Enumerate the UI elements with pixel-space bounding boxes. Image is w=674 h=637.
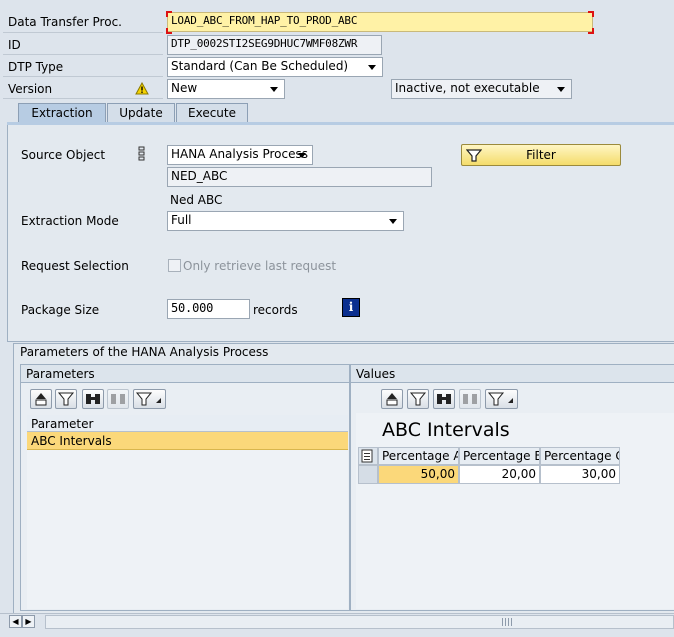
version-select[interactable]: New	[167, 79, 285, 99]
set-filter-button[interactable]	[133, 389, 166, 409]
tab-extraction[interactable]: Extraction	[18, 103, 106, 124]
request-selection-label: Request Selection	[21, 259, 129, 273]
extraction-mode-select[interactable]: Full	[167, 211, 404, 231]
only-last-request-label: Only retrieve last request	[183, 259, 337, 273]
values-title: ABC Intervals	[382, 419, 510, 441]
version-value: New	[171, 81, 198, 95]
table-settings-icon	[361, 449, 373, 463]
filter-icon	[57, 392, 75, 406]
find-next-button[interactable]	[107, 389, 129, 409]
source-type-select[interactable]: HANA Analysis Process	[167, 145, 313, 165]
params-left-title: Parameters	[26, 367, 95, 381]
required-marker-br	[588, 28, 594, 34]
source-description: Ned ABC	[170, 193, 223, 207]
horizontal-scrollbar[interactable]	[45, 615, 674, 629]
filter-toolbar-button[interactable]	[55, 389, 77, 409]
required-marker-bl	[166, 28, 172, 34]
dtp-name-field[interactable]: LOAD_ABC_FROM_HAP_TO_PROD_ABC	[167, 12, 593, 32]
params-right-title: Values	[356, 367, 396, 381]
binoculars-next-icon	[111, 394, 125, 404]
tab-execute[interactable]: Execute	[176, 103, 248, 123]
set-filter-button-right[interactable]	[485, 389, 518, 409]
id-label: ID	[8, 38, 21, 52]
value-percentage-c[interactable]: 30,00	[540, 465, 620, 484]
tab-strip-line	[7, 122, 674, 125]
package-size-input[interactable]: 50.000	[167, 299, 250, 319]
required-marker-tr	[588, 11, 594, 17]
type-label: DTP Type	[8, 60, 64, 74]
details-button-right[interactable]	[381, 389, 403, 409]
filter-button[interactable]: Filter	[461, 144, 621, 166]
filter-dropdown-icon	[135, 392, 161, 406]
select-all-cell[interactable]	[358, 447, 378, 465]
details-icon	[35, 393, 47, 406]
package-size-label: Package Size	[21, 303, 100, 317]
row-selector[interactable]	[358, 465, 378, 484]
params-section-title: Parameters of the HANA Analysis Process	[20, 345, 269, 359]
find-button[interactable]	[82, 389, 104, 409]
params-right-header	[351, 365, 674, 383]
values-grid	[356, 413, 674, 609]
dtp-type-select[interactable]: Standard (Can Be Scheduled)	[167, 57, 383, 77]
filter-icon	[466, 149, 482, 162]
warning-icon	[135, 82, 149, 95]
binoculars-next-icon	[463, 394, 477, 404]
filter-button-label: Filter	[526, 148, 556, 162]
dtp-label: Data Transfer Proc.	[8, 15, 122, 29]
filter-dropdown-icon	[487, 392, 513, 406]
binoculars-icon	[86, 394, 100, 404]
status-select[interactable]: Inactive, not executable	[391, 79, 572, 99]
value-percentage-b[interactable]: 20,00	[459, 465, 540, 484]
extraction-mode-label: Extraction Mode	[21, 214, 119, 228]
col-header-percentage-b[interactable]: Percentage B	[459, 447, 540, 465]
find-next-button-right[interactable]	[459, 389, 481, 409]
status-value: Inactive, not executable	[395, 81, 540, 95]
extraction-mode-value: Full	[171, 213, 192, 227]
find-button-right[interactable]	[433, 389, 455, 409]
param-col-header[interactable]: Parameter	[31, 417, 93, 431]
info-icon[interactable]: i	[342, 298, 360, 317]
filter-icon	[409, 392, 427, 406]
binoculars-icon	[437, 394, 451, 404]
source-type-value: HANA Analysis Process	[171, 147, 309, 161]
col-header-percentage-c[interactable]: Percentage C	[540, 447, 620, 465]
details-icon	[386, 393, 398, 406]
hierarchy-icon	[138, 146, 145, 161]
filter-toolbar-button-right[interactable]	[407, 389, 429, 409]
scroll-left-button[interactable]: ◀	[9, 615, 22, 628]
dtp-type-value: Standard (Can Be Scheduled)	[171, 59, 349, 73]
source-object-label: Source Object	[21, 148, 106, 162]
col-header-percentage-a[interactable]: Percentage A	[378, 447, 459, 465]
package-size-unit: records	[253, 303, 298, 317]
id-field[interactable]: DTP_0002STI2SEG9DHUC7WMF08ZWR	[167, 35, 382, 55]
version-label: Version	[8, 82, 53, 96]
resize-grip-icon[interactable]	[502, 618, 514, 626]
only-last-request-checkbox[interactable]	[168, 259, 181, 272]
source-name-field[interactable]: NED_ABC	[167, 167, 432, 187]
tab-update[interactable]: Update	[107, 103, 175, 123]
param-row-value: ABC Intervals	[31, 434, 112, 448]
value-percentage-a[interactable]: 50,00	[378, 465, 459, 484]
scroll-right-button[interactable]: ▶	[22, 615, 35, 628]
required-marker-tl	[166, 11, 172, 17]
arrow-left-icon: ◀	[12, 617, 19, 626]
details-button[interactable]	[30, 389, 52, 409]
arrow-right-icon: ▶	[25, 617, 32, 626]
